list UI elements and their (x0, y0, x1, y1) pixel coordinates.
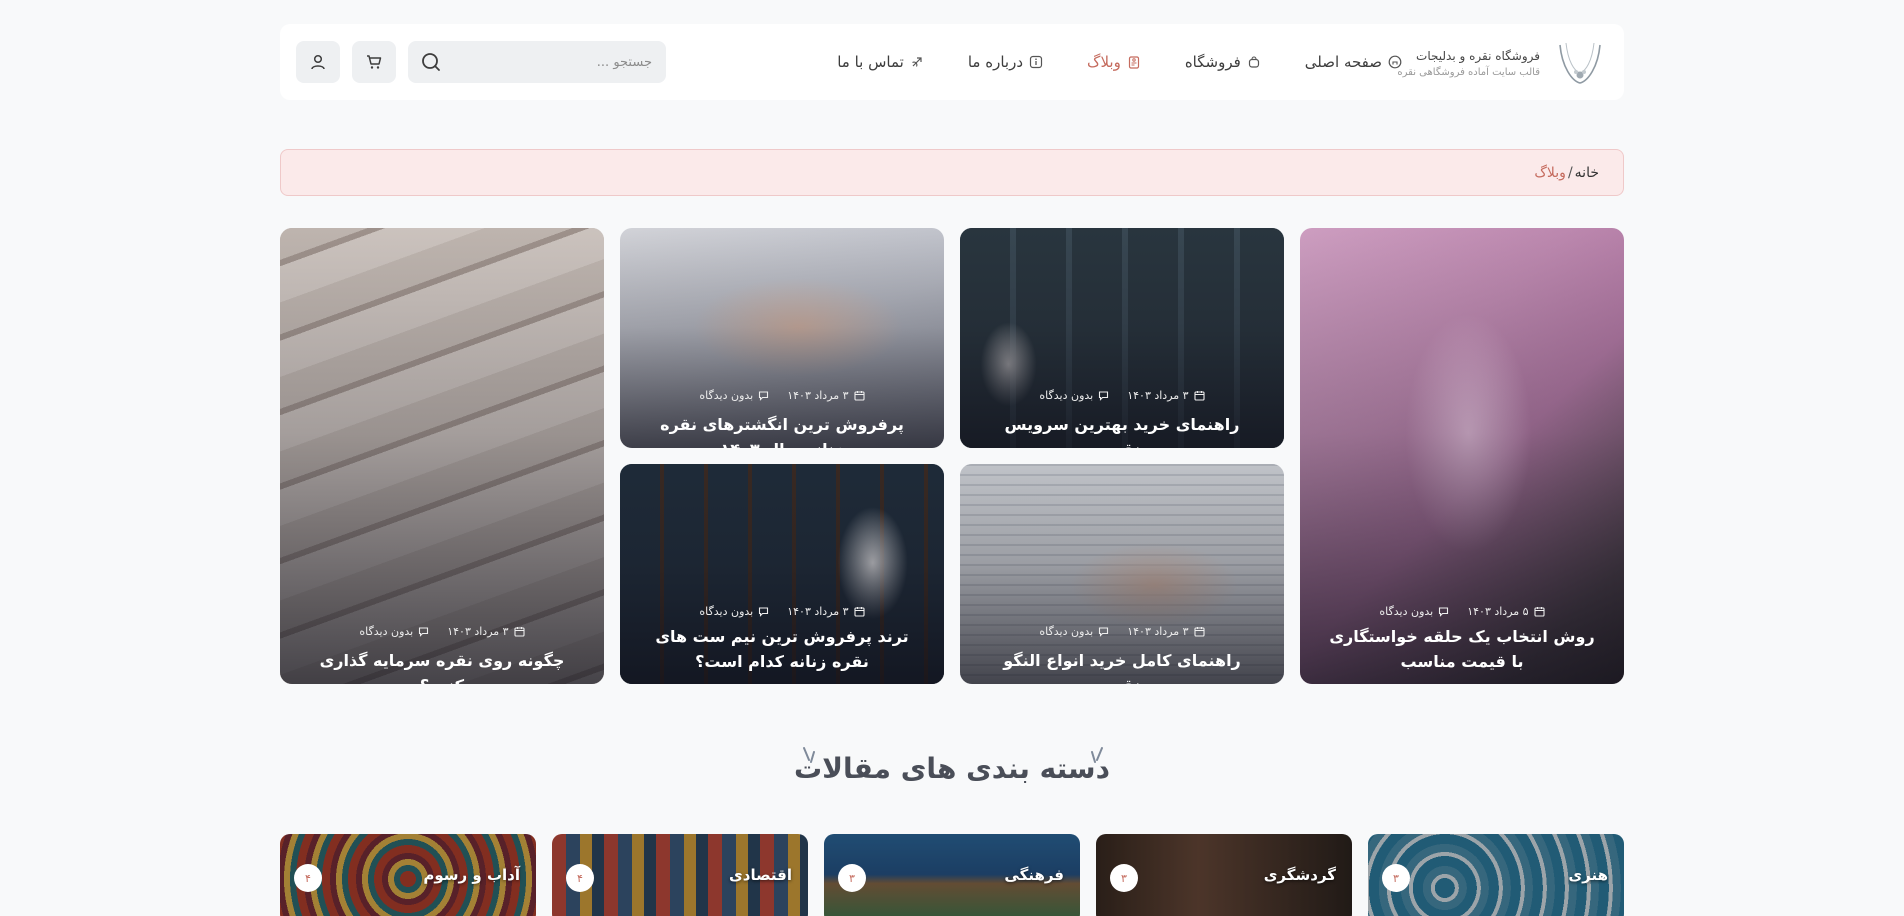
search-input[interactable] (452, 54, 652, 70)
category-count-badge: ۳ (838, 864, 866, 892)
breadcrumb-current: وبلاگ (1534, 164, 1566, 181)
home-icon (1388, 55, 1402, 69)
user-account-button[interactable] (296, 41, 340, 83)
post-comments: بدون دیدگاه (1039, 389, 1094, 402)
category-card-customs[interactable]: آداب و رسوم ۴ (280, 834, 536, 916)
post-meta: ۳ مرداد ۱۴۰۳ بدون دیدگاه (280, 625, 604, 638)
brand-name: فروشگاه نقره و بدلیجات (1416, 48, 1540, 63)
comment-icon (1099, 391, 1109, 401)
brand-tagline: قالب سایت آماده فروشگاهی نقره (1397, 66, 1540, 78)
post-date: ۳ مرداد ۱۴۰۳ (1127, 389, 1189, 402)
post-title[interactable]: چگونه روی نقره سرمایه گذاری کنیم؟ (304, 648, 580, 684)
category-count-badge: ۴ (294, 864, 322, 892)
calendar-icon (854, 391, 865, 401)
post-title[interactable]: پرفروش ترین انگشترهای نقره زنانه سال ۱۴۰… (644, 412, 920, 448)
blog-post-card[interactable]: ۵ مرداد ۱۴۰۳ بدون دیدگاه روش انتخاب یک ح… (1300, 228, 1624, 684)
comment-icon (759, 607, 769, 617)
post-meta: ۳ مرداد ۱۴۰۳ بدون دیدگاه (960, 625, 1284, 638)
post-title[interactable]: ترند پرفروش ترین نیم ست های نقره زنانه ک… (644, 624, 920, 674)
blog-post-card[interactable]: ۳ مرداد ۱۴۰۳ بدون دیدگاه راهنمای کامل خر… (960, 464, 1284, 684)
post-title[interactable]: راهنمای کامل خرید انواع النگو نقره (984, 648, 1260, 684)
nav-item-contact[interactable]: تماس با ما (837, 53, 924, 71)
breadcrumb-home-link[interactable]: خانه (1575, 165, 1599, 181)
blog-post-card[interactable]: ۳ مرداد ۱۴۰۳ بدون دیدگاه چگونه روی نقره … (280, 228, 604, 684)
post-meta: ۳ مرداد ۱۴۰۳ بدون دیدگاه (620, 605, 944, 618)
user-icon (311, 54, 325, 70)
post-date: ۳ مرداد ۱۴۰۳ (787, 605, 849, 618)
category-card-culture[interactable]: فرهنگی ۳ (824, 834, 1080, 916)
post-comments: بدون دیدگاه (1379, 605, 1434, 618)
post-meta: ۳ مرداد ۱۴۰۳ بدون دیدگاه (620, 389, 944, 402)
blog-post-card[interactable]: ۳ مرداد ۱۴۰۳ بدون دیدگاه راهنمای خرید به… (960, 228, 1284, 448)
category-label: اقتصادی (729, 866, 792, 884)
post-date: ۳ مرداد ۱۴۰۳ (787, 389, 849, 402)
calendar-icon (854, 607, 865, 617)
blog-icon (1128, 56, 1139, 69)
contact-icon (912, 57, 922, 67)
category-label: فرهنگی (1004, 866, 1064, 884)
cart-button[interactable] (352, 41, 396, 83)
nav-item-home[interactable]: صفحه اصلی (1305, 53, 1402, 71)
post-title[interactable]: راهنمای خرید بهترین سرویس نقره (984, 412, 1260, 448)
nav-label-blog: وبلاگ (1087, 53, 1121, 71)
post-title[interactable]: روش انتخاب یک حلقه خواستگاری با قیمت منا… (1324, 624, 1600, 674)
sparkle-deco-icon (1091, 747, 1103, 763)
nav-label-about: درباره ما (967, 53, 1024, 71)
comment-icon (419, 627, 429, 637)
post-comments: بدون دیدگاه (699, 605, 754, 618)
image-overlay (280, 228, 604, 684)
category-card-art[interactable]: هنری ۳ (1368, 834, 1624, 916)
post-comments: بدون دیدگاه (1039, 625, 1094, 638)
comment-icon (1439, 607, 1449, 617)
info-icon (1029, 55, 1043, 69)
post-date: ۳ مرداد ۱۴۰۳ (1127, 625, 1189, 638)
necklace-logo-icon (1559, 42, 1601, 84)
nav-item-blog[interactable]: وبلاگ (1087, 53, 1141, 71)
categories-title: دسته بندی های مقالات (794, 752, 1110, 785)
brand[interactable]: فروشگاه نقره و بدلیجات قالب سایت آماده ف… (1397, 36, 1608, 90)
category-card-tourism[interactable]: گردشگری ۳ (1096, 834, 1352, 916)
calendar-icon (1194, 627, 1205, 637)
site-header: فروشگاه نقره و بدلیجات قالب سایت آماده ف… (280, 24, 1624, 100)
comment-icon (759, 391, 769, 401)
nav-item-shop[interactable]: فروشگاه (1185, 53, 1261, 71)
nav-label-contact: تماس با ما (837, 53, 904, 71)
category-label: هنری (1568, 866, 1608, 884)
shop-bag-icon (1248, 56, 1259, 68)
blog-post-card[interactable]: ۳ مرداد ۱۴۰۳ بدون دیدگاه پرفروش ترین انگ… (620, 228, 944, 448)
breadcrumb: خانه / وبلاگ (280, 149, 1624, 196)
breadcrumb-separator: / (1567, 164, 1573, 181)
nav-item-about[interactable]: درباره ما (968, 53, 1043, 71)
calendar-icon (1194, 391, 1205, 401)
category-label: آداب و رسوم (423, 866, 520, 884)
category-card-economy[interactable]: اقتصادی ۴ (552, 834, 808, 916)
cart-icon (367, 55, 382, 69)
post-meta: ۳ مرداد ۱۴۰۳ بدون دیدگاه (960, 389, 1284, 402)
calendar-icon (514, 627, 525, 637)
category-label: گردشگری (1263, 866, 1336, 884)
category-count-badge: ۴ (566, 864, 594, 892)
search-icon[interactable] (420, 51, 442, 73)
category-count-badge: ۳ (1110, 864, 1138, 892)
post-date: ۳ مرداد ۱۴۰۳ (447, 625, 509, 638)
search-box (408, 41, 666, 83)
post-meta: ۵ مرداد ۱۴۰۳ بدون دیدگاه (1300, 605, 1624, 618)
main-nav: صفحه اصلی فروشگاه وبلاگ درباره ما تماس ب… (793, 24, 1402, 100)
post-date: ۵ مرداد ۱۴۰۳ (1467, 605, 1529, 618)
post-comments: بدون دیدگاه (359, 625, 414, 638)
categories-heading-wrap: دسته بندی های مقالات (0, 747, 1904, 785)
category-count-badge: ۳ (1382, 864, 1410, 892)
post-comments: بدون دیدگاه (699, 389, 754, 402)
calendar-icon (1534, 607, 1545, 617)
nav-label-home: صفحه اصلی (1304, 53, 1382, 71)
nav-label-shop: فروشگاه (1184, 53, 1241, 71)
comment-icon (1099, 627, 1109, 637)
blog-post-card[interactable]: ۳ مرداد ۱۴۰۳ بدون دیدگاه ترند پرفروش تری… (620, 464, 944, 684)
sparkle-deco-icon (803, 747, 815, 763)
